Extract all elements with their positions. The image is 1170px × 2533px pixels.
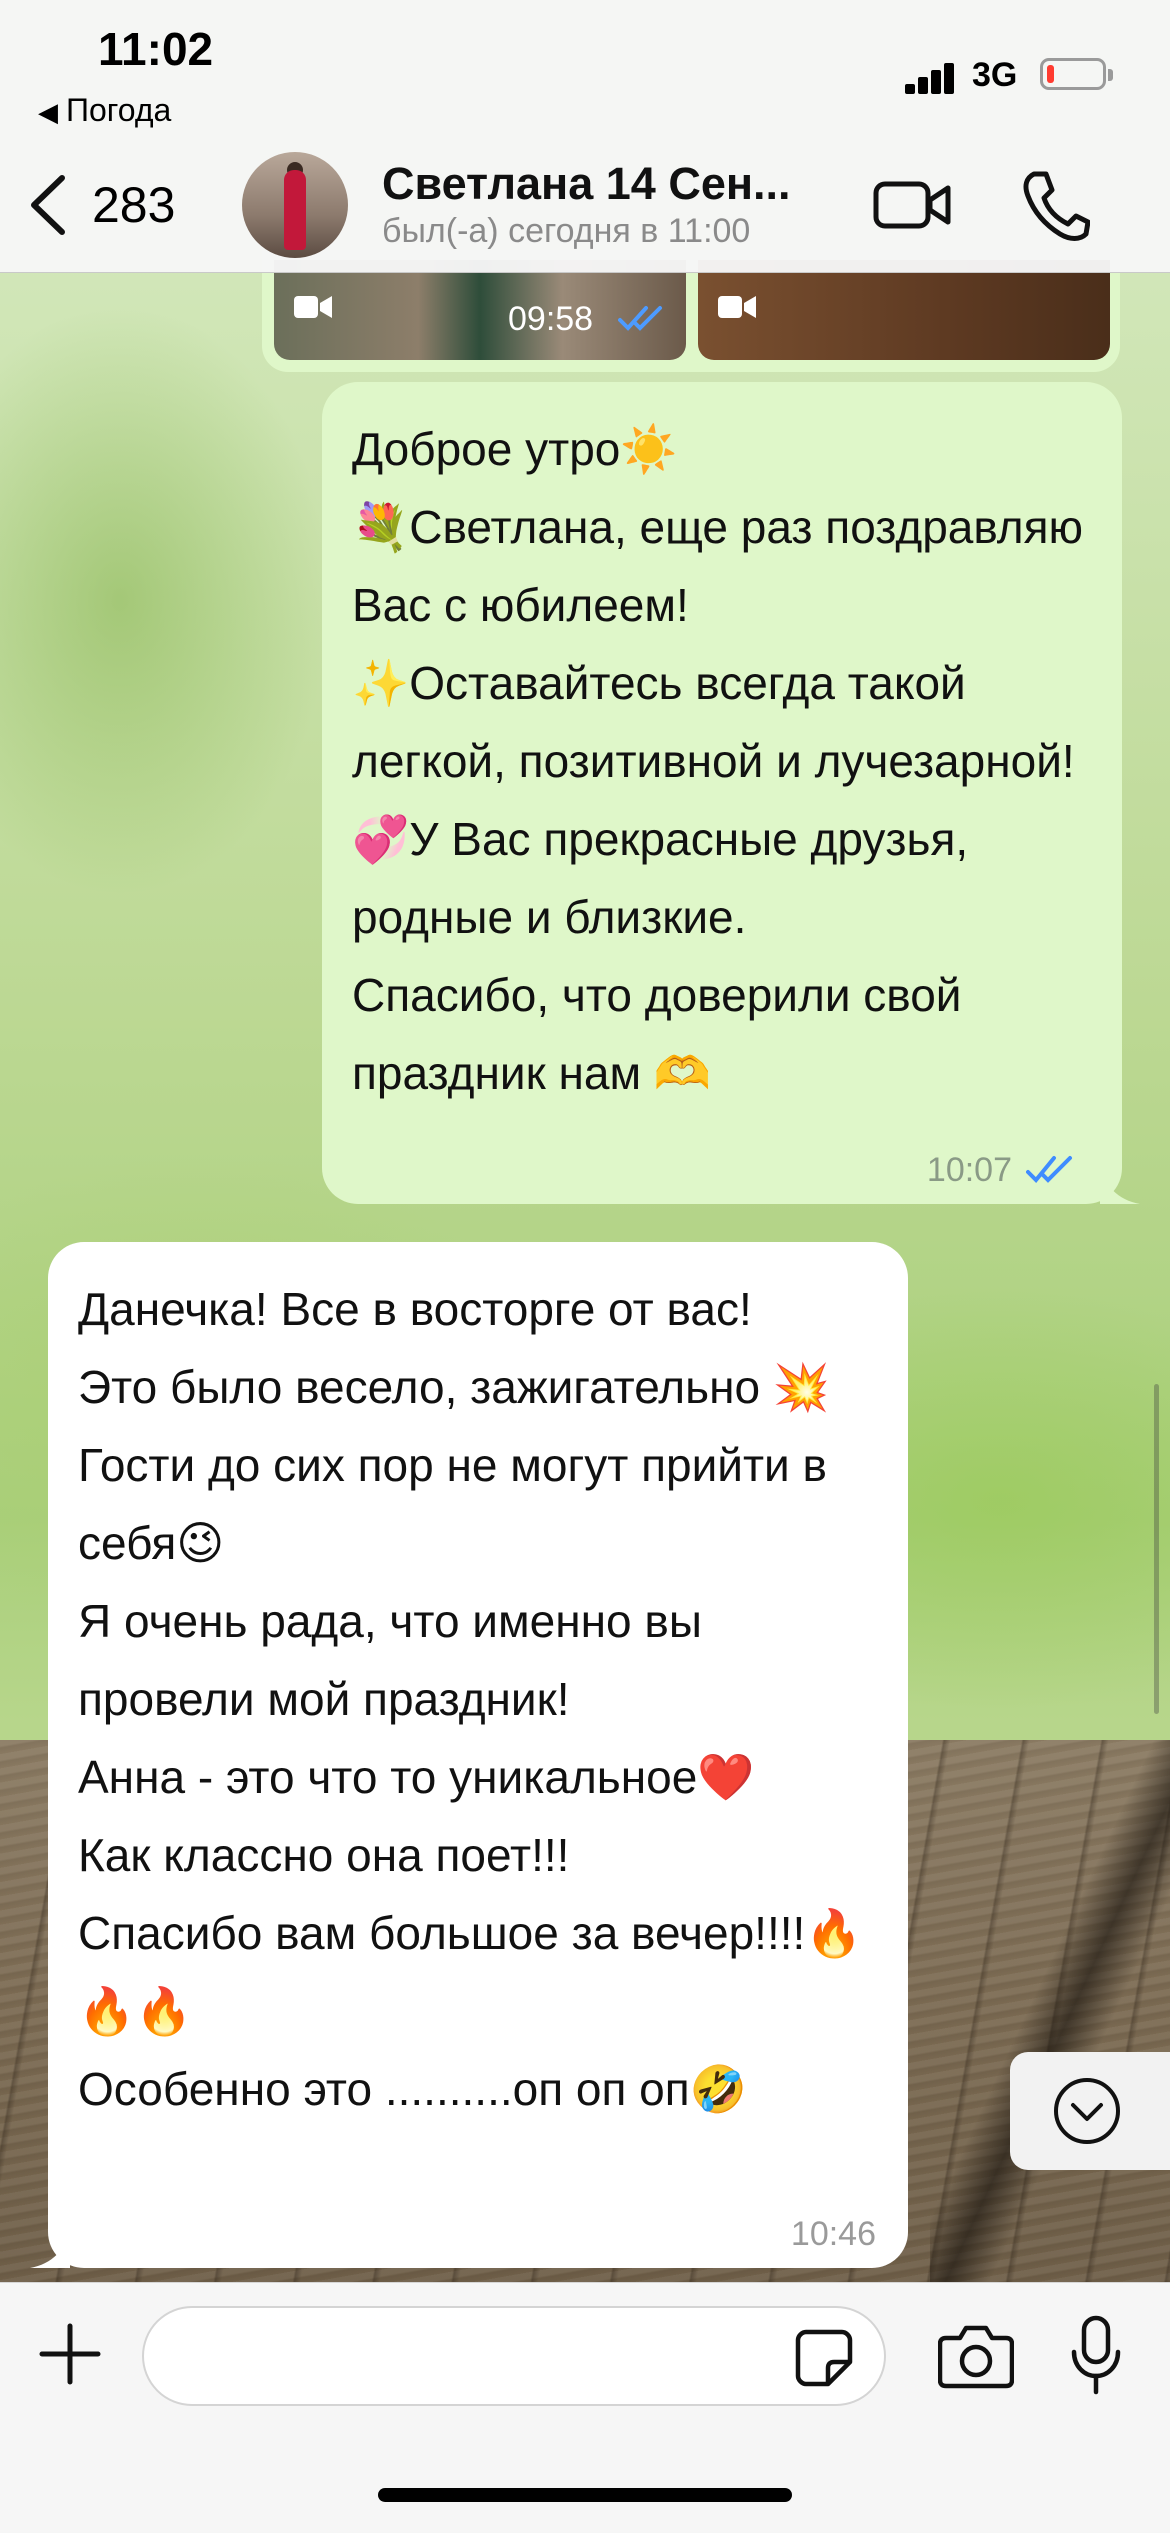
last-seen-status: был(-а) сегодня в 11:00 <box>382 212 751 250</box>
contact-name[interactable]: Светлана 14 Сен... <box>382 158 832 210</box>
home-indicator[interactable] <box>378 2488 792 2502</box>
chevron-down-circle-icon <box>1054 2078 1120 2144</box>
bubble-tail <box>30 2228 70 2268</box>
phone-icon[interactable] <box>1020 168 1090 244</box>
bubble-tail <box>1100 1164 1140 1204</box>
scroll-to-bottom-button[interactable] <box>1010 2052 1170 2170</box>
read-receipt-icon <box>1026 1156 1072 1183</box>
signal-icon <box>905 58 965 94</box>
read-receipt-icon <box>618 306 662 331</box>
video-call-icon[interactable] <box>872 170 952 240</box>
incoming-message-bubble[interactable]: Данечка! Все в восторге от вас! Это было… <box>30 1242 908 2268</box>
sticker-icon[interactable] <box>794 2328 854 2388</box>
network-type: 3G <box>972 56 1018 94</box>
return-to-app[interactable]: ◀ Погода <box>38 92 171 129</box>
message-time: 10:46 <box>790 2215 876 2253</box>
chat-header: 11:02 ◀ Погода 3G 283 Светлана 14 Сен... … <box>0 0 1170 273</box>
back-triangle-icon: ◀ <box>38 97 58 127</box>
camera-icon[interactable] <box>938 2320 1014 2390</box>
unread-count[interactable]: 283 <box>92 176 175 234</box>
return-app-label: Погода <box>66 92 172 128</box>
outgoing-message-bubble[interactable]: Доброе утро☀️ 💐Светлана, еще раз поздрав… <box>322 382 1140 1204</box>
plus-icon[interactable] <box>38 2322 102 2386</box>
microphone-icon[interactable] <box>1068 2314 1124 2398</box>
message-input[interactable] <box>142 2306 886 2406</box>
message-time: 09:58 <box>508 300 594 338</box>
message-text: Данечка! Все в восторге от вас! Это было… <box>78 1283 863 2115</box>
battery-icon <box>1040 58 1113 90</box>
scrollbar[interactable] <box>1154 1384 1159 1714</box>
avatar[interactable] <box>242 152 348 258</box>
video-thumbnail[interactable] <box>698 260 1110 360</box>
message-text: Доброе утро☀️ 💐Светлана, еще раз поздрав… <box>352 423 1083 1099</box>
video-camera-icon <box>294 296 332 318</box>
status-time: 11:02 <box>98 23 214 75</box>
chevron-left-icon[interactable] <box>24 172 74 238</box>
message-time: 10:07 <box>926 1151 1012 1189</box>
video-camera-icon <box>718 296 756 318</box>
